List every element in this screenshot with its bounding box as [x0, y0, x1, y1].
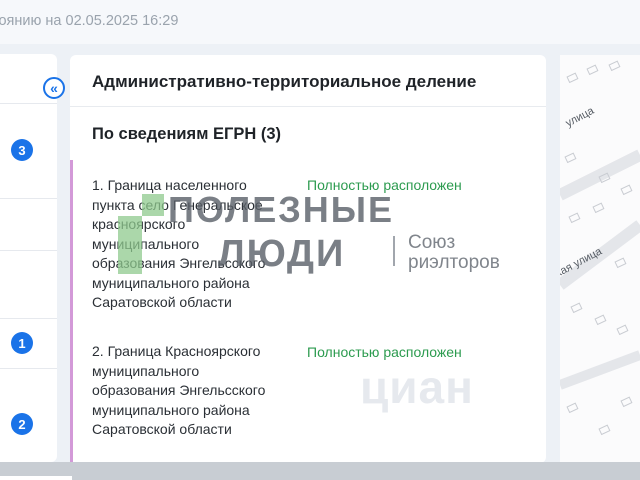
map-canvas: улица кая улица — [554, 55, 640, 463]
collapse-sidebar-button[interactable]: « — [43, 77, 65, 99]
count-badge: 1 — [11, 332, 33, 354]
count-badge: 2 — [11, 413, 33, 435]
double-chevron-left-icon: « — [50, 80, 58, 96]
entry-name-line: муниципального — [92, 362, 200, 379]
entry-name-line: образования Энгельсского — [92, 382, 266, 398]
bottom-bar — [0, 462, 640, 480]
entry-name-line: красноярского — [92, 216, 186, 232]
entry-name: 1. Граница населенного пункта село Генер… — [92, 176, 292, 313]
left-sidebar: 3 1 2 — [0, 54, 57, 462]
sidebar-row[interactable]: 3 — [0, 103, 57, 198]
sidebar-row[interactable]: 1 — [0, 318, 57, 368]
entry-name-line: муниципального — [92, 235, 200, 252]
entry-name-line: образования Энгельсского — [92, 255, 266, 271]
count-badge: 3 — [11, 139, 33, 161]
entry-status: Полностью расположен — [307, 177, 462, 193]
entry-name: 2. Граница Красноярского муниципального … — [92, 342, 292, 440]
entry-name-line: 1. Граница населенного — [92, 177, 247, 193]
status-text: тоянию на 02.05.2025 16:29 — [0, 13, 179, 29]
entry-name-line: Саратовской области — [92, 421, 232, 437]
admin-division-panel: Административно-территориальное деление … — [70, 55, 546, 463]
panel-header: Административно-территориальное деление — [70, 55, 546, 107]
status-bar: тоянию на 02.05.2025 16:29 — [0, 0, 640, 44]
entry-name-line: муниципального района — [92, 274, 250, 291]
entry-name-line: муниципального района — [92, 401, 250, 418]
entry-status: Полностью расположен — [307, 344, 462, 360]
sidebar-row[interactable]: 2 — [0, 368, 57, 462]
panel-title: Административно-территориальное деление — [92, 72, 477, 91]
bottom-tab[interactable] — [0, 476, 72, 480]
section-title: По сведениям ЕГРН (3) — [92, 125, 282, 143]
sidebar-row[interactable] — [0, 250, 57, 318]
list-accent-bar — [70, 160, 73, 463]
sidebar-row[interactable] — [0, 198, 57, 250]
entry-name-line: пункта село Генеральское — [92, 196, 263, 213]
map-view[interactable]: улица кая улица — [554, 55, 640, 463]
entry-name-line: 2. Граница Красноярского — [92, 343, 261, 359]
entry-name-line: Саратовской области — [92, 294, 232, 310]
